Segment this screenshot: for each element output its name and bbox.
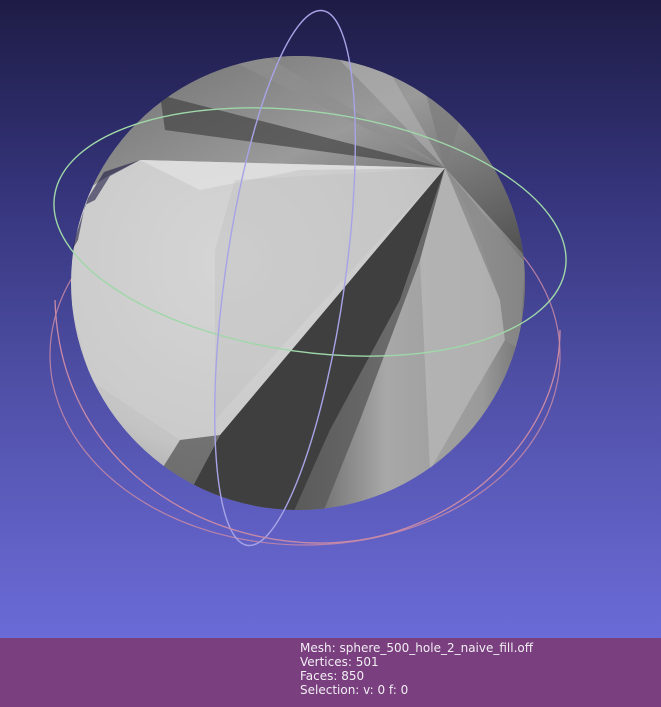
sphere-mesh [71, 56, 525, 510]
mesh-name: sphere_500_hole_2_naive_fill.off [339, 641, 534, 655]
info-panel: Mesh: sphere_500_hole_2_naive_fill.off V… [0, 638, 661, 707]
mesh-render[interactable] [0, 0, 661, 638]
vertices-count: 501 [355, 655, 379, 669]
selection-value: v: 0 f: 0 [363, 683, 409, 697]
selection-label: Selection: [300, 683, 360, 697]
faces-count: 850 [341, 669, 365, 683]
vertices-label: Vertices: [300, 655, 352, 669]
faces-label: Faces: [300, 669, 338, 683]
vertices-line: Vertices: 501 [300, 655, 533, 669]
3d-viewport[interactable] [0, 0, 661, 638]
faces-line: Faces: 850 [300, 669, 533, 683]
mesh-name-line: Mesh: sphere_500_hole_2_naive_fill.off [300, 641, 533, 655]
mesh-label: Mesh: [300, 641, 336, 655]
selection-line: Selection: v: 0 f: 0 [300, 683, 533, 697]
mesh-info: Mesh: sphere_500_hole_2_naive_fill.off V… [300, 641, 533, 697]
